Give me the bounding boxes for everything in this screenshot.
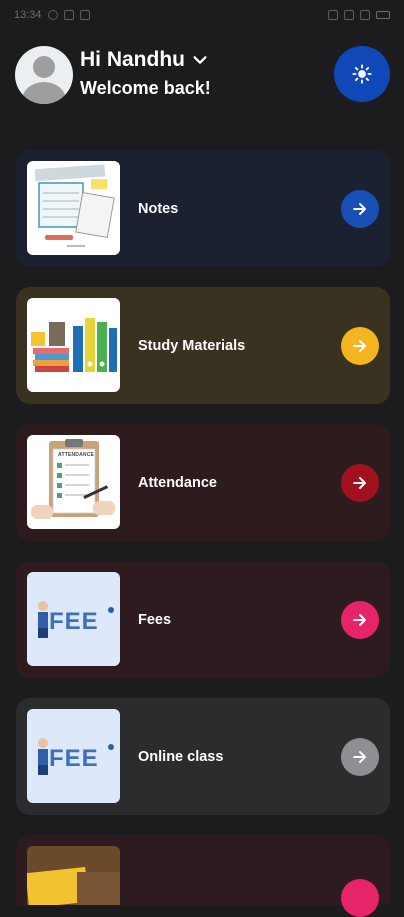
status-notification-icon [47,10,58,20]
theme-toggle-button[interactable] [334,46,390,102]
study-materials-arrow-button[interactable] [341,326,379,365]
status-app-icon [63,10,74,20]
avatar[interactable] [15,46,73,104]
online-class-thumb-text: FEE [49,745,99,772]
fees-label: Fees [138,611,172,628]
status-left: 13:34 [14,9,90,21]
partial-card-arrow-button[interactable] [341,879,379,917]
attendance-label: Attendance [138,474,217,491]
status-signal-icon [360,10,370,20]
arrow-right-icon [353,613,366,626]
status-battery-icon [376,11,390,19]
chevron-down-icon [193,56,207,64]
status-time: 13:34 [14,9,42,21]
study-materials-label: Study Materials [138,337,246,354]
notes-arrow-button[interactable] [341,189,379,228]
avatar-body-shape [22,82,66,104]
menu-card-list: Notes Study Materials ATTENDANCE Attenda… [16,150,390,917]
online-class-card[interactable]: FEE Online class [16,698,390,815]
attendance-arrow-button[interactable] [341,463,379,502]
fees-thumb-text: FEE [49,608,99,635]
header: Hi Nandhu Welcome back! [0,44,404,108]
notes-thumbnail [27,161,120,255]
study-materials-card[interactable]: Study Materials [16,287,390,404]
arrow-right-icon [353,339,366,352]
arrow-right-icon [353,476,366,489]
arrow-right-icon [353,202,366,215]
partial-card-thumbnail [27,846,120,905]
greeting-dropdown[interactable]: Hi Nandhu [80,48,209,72]
fees-arrow-button[interactable] [341,600,379,639]
fees-card[interactable]: FEE Fees [16,561,390,678]
status-alert-icon [79,10,90,20]
notes-card[interactable]: Notes [16,150,390,267]
welcome-text: Welcome back! [80,78,211,98]
online-class-label: Online class [138,748,224,765]
attendance-card[interactable]: ATTENDANCE Attendance [16,424,390,541]
online-class-thumbnail: FEE [27,709,120,803]
notes-label: Notes [138,200,179,217]
status-right [328,10,390,20]
fees-thumbnail: FEE [27,572,120,666]
attendance-thumbnail: ATTENDANCE [27,435,120,529]
brightness-icon [352,64,372,84]
attendance-thumb-text: ATTENDANCE [58,452,95,458]
study-materials-thumbnail [27,298,120,392]
status-bar: 13:34 [0,0,404,30]
partial-card[interactable] [16,835,390,917]
avatar-head-shape [33,56,55,78]
arrow-right-icon [353,750,366,763]
online-class-arrow-button[interactable] [341,737,379,776]
status-volte-icon [328,10,338,20]
greeting-text: Hi Nandhu [80,48,185,71]
status-wifi-icon [344,10,354,20]
